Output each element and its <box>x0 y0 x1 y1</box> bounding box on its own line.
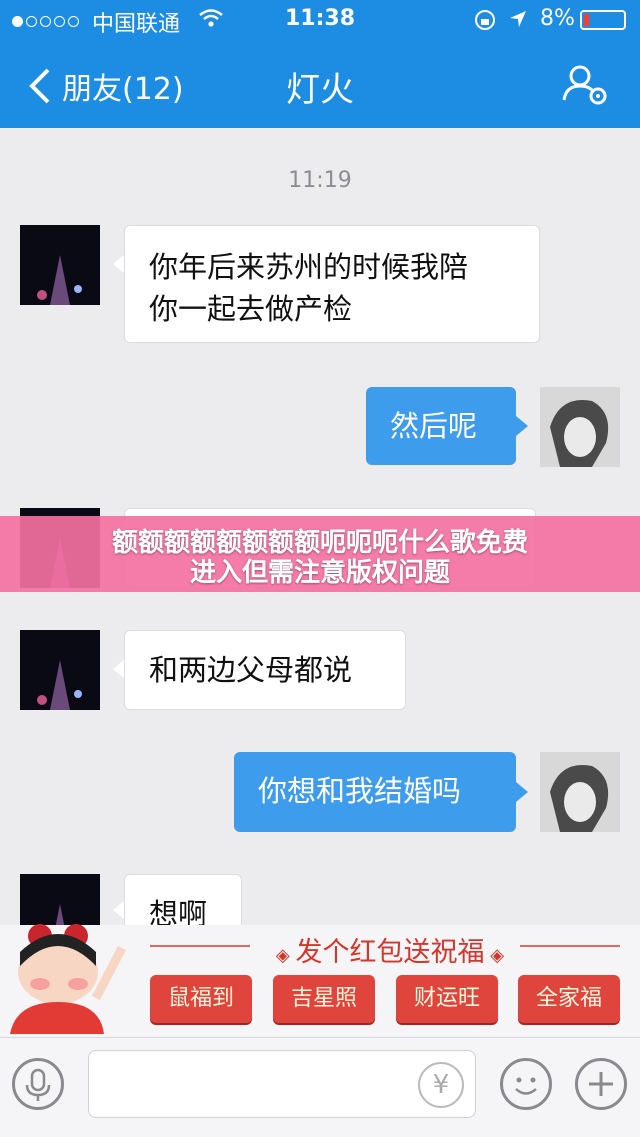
message-line: 你年后来苏州的时候我陪 <box>149 250 469 284</box>
red-packet-title: ◈ 发个红包送祝福 ◈ <box>150 930 630 969</box>
friend-avatar[interactable] <box>20 630 100 710</box>
back-chevron-icon <box>29 68 50 104</box>
my-avatar[interactable] <box>540 752 620 832</box>
red-packet-title-text: 发个红包送祝福 <box>295 937 485 968</box>
girl-mascot-icon <box>10 924 126 1034</box>
battery-icon <box>580 10 626 30</box>
red-packet-button[interactable]: 全家福 <box>518 975 620 1023</box>
message-bubble[interactable]: 然后呢 <box>366 387 516 465</box>
microphone-icon <box>25 1068 51 1101</box>
diamond-icon: ◈ <box>275 945 296 966</box>
message-line: 你一起去做产检 <box>149 292 353 326</box>
red-packet-button[interactable]: 财运旺 <box>396 975 498 1023</box>
message-bubble[interactable]: 和两边父母都说 <box>124 630 406 710</box>
emoji-button[interactable] <box>500 1058 552 1110</box>
promo-overlay-text: 额额额额额额额额呃呃呃什么歌免费 进入但需注意版权问题 <box>20 528 620 588</box>
battery-percent: 8% <box>540 6 575 31</box>
bubble-tail <box>516 782 528 802</box>
emoji-icon <box>515 1077 537 1095</box>
voice-button[interactable] <box>12 1058 64 1110</box>
diamond-icon: ◈ <box>484 945 505 966</box>
message-timestamp: 11:19 <box>288 168 352 193</box>
profile-settings-icon[interactable] <box>560 64 610 108</box>
message-text: 你想和我结婚吗 <box>258 774 462 808</box>
promo-line: 额额额额额额额额呃呃呃什么歌免费 <box>111 528 528 558</box>
message-text: 和两边父母都说 <box>149 653 353 687</box>
promo-line: 进入但需注意版权问题 <box>189 558 450 588</box>
friend-avatar[interactable] <box>20 874 100 926</box>
my-avatar[interactable] <box>540 387 620 467</box>
message-text: 然后呢 <box>390 409 478 443</box>
status-bar: 中国联通 11:38 8% <box>0 0 640 40</box>
yuan-icon[interactable]: ¥ <box>418 1062 464 1108</box>
message-bubble[interactable]: 你年后来苏州的时候我陪 你一起去做产检 <box>124 225 540 343</box>
red-packet-button[interactable]: 吉星照 <box>273 975 375 1023</box>
rotation-lock-icon <box>475 10 495 30</box>
back-button[interactable]: 朋友(12) <box>28 64 198 108</box>
friend-avatar[interactable] <box>20 225 100 305</box>
plus-icon <box>589 1072 613 1096</box>
location-icon <box>510 11 526 27</box>
more-button[interactable] <box>575 1058 627 1110</box>
red-packet-button[interactable]: 鼠福到 <box>150 975 252 1023</box>
bubble-tail <box>516 416 528 436</box>
message-bubble[interactable]: 你想和我结婚吗 <box>234 752 516 832</box>
back-label: 朋友(12) <box>62 72 184 107</box>
